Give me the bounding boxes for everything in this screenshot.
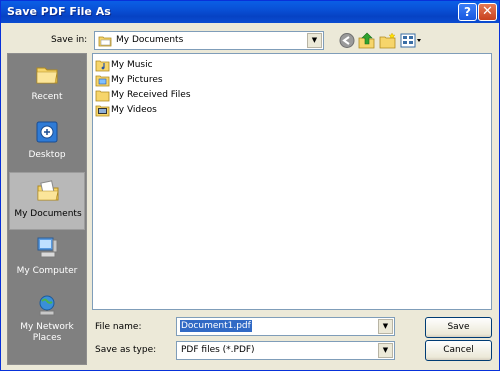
pictures-folder-icon xyxy=(95,75,110,87)
new-folder-icon[interactable] xyxy=(379,32,397,49)
place-label: My Network Places xyxy=(20,322,74,343)
videos-folder-icon xyxy=(95,105,110,117)
save-in-label: Save in: xyxy=(51,35,88,45)
save-pdf-dialog: Save PDF File As ? ✕ Save in: My Documen… xyxy=(0,0,500,371)
file-name-label: File name: xyxy=(95,322,142,332)
save-in-dropdown[interactable]: My Documents ▼ xyxy=(94,31,324,50)
places-bar: Recent Desktop My Documents My Computer … xyxy=(7,53,87,365)
back-icon[interactable] xyxy=(338,32,356,49)
file-name-input[interactable]: Document1.pdf ▼ xyxy=(176,317,395,336)
place-label: My Computer xyxy=(16,266,78,276)
place-my-computer[interactable]: My Computer xyxy=(9,230,85,288)
save-button[interactable]: Save xyxy=(425,317,492,338)
view-menu-icon[interactable] xyxy=(400,32,422,49)
place-recent[interactable]: Recent xyxy=(9,56,85,114)
file-name: My Videos xyxy=(111,105,157,115)
folder-icon xyxy=(95,90,110,102)
save-as-type-dropdown-button[interactable]: ▼ xyxy=(378,343,393,358)
my-documents-icon xyxy=(37,180,59,201)
dialog-title: Save PDF File As xyxy=(7,5,111,18)
file-name: My Pictures xyxy=(111,75,163,85)
save-in-dropdown-button[interactable]: ▼ xyxy=(307,33,322,48)
place-my-network-places[interactable]: My Network Places xyxy=(9,288,85,362)
cancel-button[interactable]: Cancel xyxy=(425,340,492,361)
my-computer-icon xyxy=(37,237,58,258)
file-name: My Music xyxy=(111,60,153,70)
save-in-value: My Documents xyxy=(116,35,184,45)
file-name-value[interactable]: Document1.pdf xyxy=(180,320,252,332)
help-button[interactable]: ? xyxy=(458,3,477,21)
close-button[interactable]: ✕ xyxy=(478,3,497,21)
title-bar[interactable]: Save PDF File As ? ✕ xyxy=(1,1,499,23)
file-list[interactable]: My Music My Pictures My Received Files M… xyxy=(92,53,492,310)
place-label: Recent xyxy=(31,92,63,102)
desktop-icon xyxy=(36,121,58,143)
place-desktop[interactable]: Desktop xyxy=(9,114,85,172)
place-my-documents[interactable]: My Documents xyxy=(9,172,85,230)
place-label: My Documents xyxy=(14,209,82,219)
network-places-icon xyxy=(39,295,55,316)
save-as-type-label: Save as type: xyxy=(95,345,157,355)
recent-icon xyxy=(36,67,58,84)
place-label: Desktop xyxy=(28,150,66,160)
up-folder-icon[interactable] xyxy=(358,32,376,49)
music-folder-icon xyxy=(95,60,110,72)
file-name-dropdown-button[interactable]: ▼ xyxy=(378,319,393,334)
save-as-type-dropdown[interactable]: PDF files (*.PDF) ▼ xyxy=(176,341,395,360)
my-documents-small-icon xyxy=(98,36,112,47)
save-as-type-value: PDF files (*.PDF) xyxy=(181,345,255,355)
file-name: My Received Files xyxy=(111,90,191,100)
